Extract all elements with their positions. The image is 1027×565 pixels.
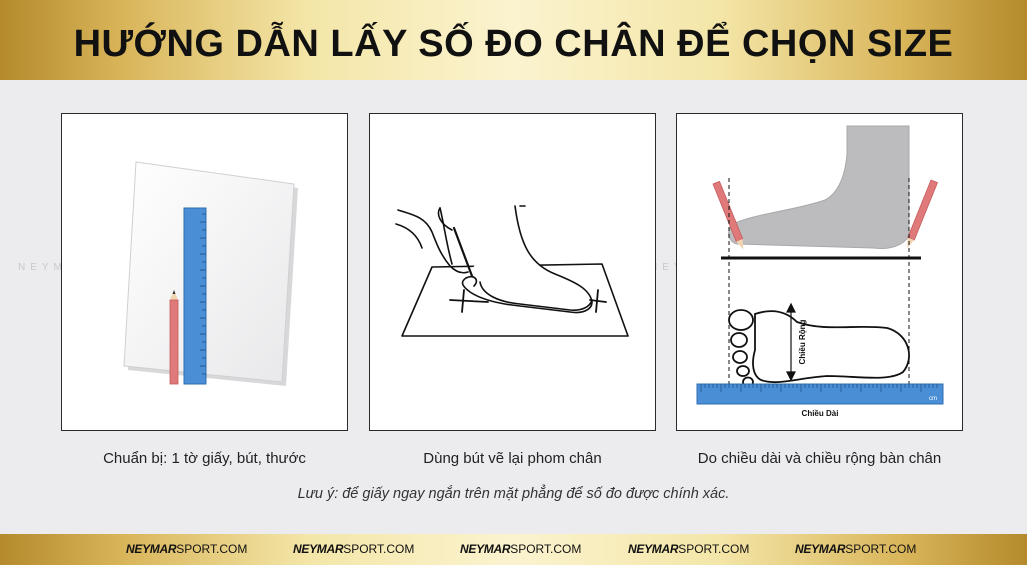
step-1-panel <box>61 113 348 431</box>
footer-banner: NEYMARSPORT.COM NEYMARSPORT.COM NEYMARSP… <box>0 534 1027 565</box>
step-1-caption: Chuẩn bị: 1 tờ giấy, bút, thước <box>103 450 306 467</box>
brand-rest: SPORT.COM <box>845 542 917 556</box>
brand-bold: NEYMAR <box>126 542 177 556</box>
footer-brand[interactable]: NEYMARSPORT.COM <box>126 542 247 556</box>
brand-rest: SPORT.COM <box>343 542 415 556</box>
measurement-diagram: Chiều Rộng cm Chiều Dài <box>696 125 944 418</box>
footer-brand[interactable]: NEYMARSPORT.COM <box>628 542 749 556</box>
pencil-icon <box>169 290 179 385</box>
header-banner: HƯỚNG DẪN LẤY SỐ ĐO CHÂN ĐỂ CHỌN SIZE <box>0 0 1027 80</box>
footer-brand[interactable]: NEYMARSPORT.COM <box>460 542 581 556</box>
step-3-caption: Do chiều dài và chiều rộng bàn chân <box>697 450 942 467</box>
footer-brand[interactable]: NEYMARSPORT.COM <box>293 542 414 556</box>
step-2-panel <box>369 113 656 431</box>
step-2-caption: Dùng bút vẽ lại phom chân <box>423 450 602 467</box>
brand-bold: NEYMAR <box>460 542 511 556</box>
footer-brand[interactable]: NEYMARSPORT.COM <box>795 542 916 556</box>
paper-icon <box>123 161 298 386</box>
brand-rest: SPORT.COM <box>510 542 582 556</box>
brand-bold: NEYMAR <box>628 542 679 556</box>
ruler-icon: cm <box>696 383 944 405</box>
note-text: Lưu ý: để giấy ngay ngắn trên mặt phẳng … <box>297 486 730 502</box>
length-label: Chiều Dài <box>802 409 839 418</box>
ruler-icon <box>183 207 207 385</box>
brand-rest: SPORT.COM <box>678 542 750 556</box>
pencil-icon <box>712 180 744 250</box>
footprint-icon <box>728 309 910 388</box>
step-3-panel: Chiều Rộng cm Chiều Dài <box>676 113 963 431</box>
foot-tracing-icon <box>395 205 629 337</box>
unit-label: cm <box>929 396 937 402</box>
width-label: Chiều Rộng <box>798 319 807 364</box>
paper-ruler-pencil-illustration <box>123 161 298 386</box>
foot-side-icon <box>728 125 910 249</box>
page-title: HƯỚNG DẪN LẤY SỐ ĐO CHÂN ĐỂ CHỌN SIZE <box>73 23 954 65</box>
brand-bold: NEYMAR <box>795 542 846 556</box>
brand-rest: SPORT.COM <box>176 542 248 556</box>
brand-bold: NEYMAR <box>293 542 344 556</box>
